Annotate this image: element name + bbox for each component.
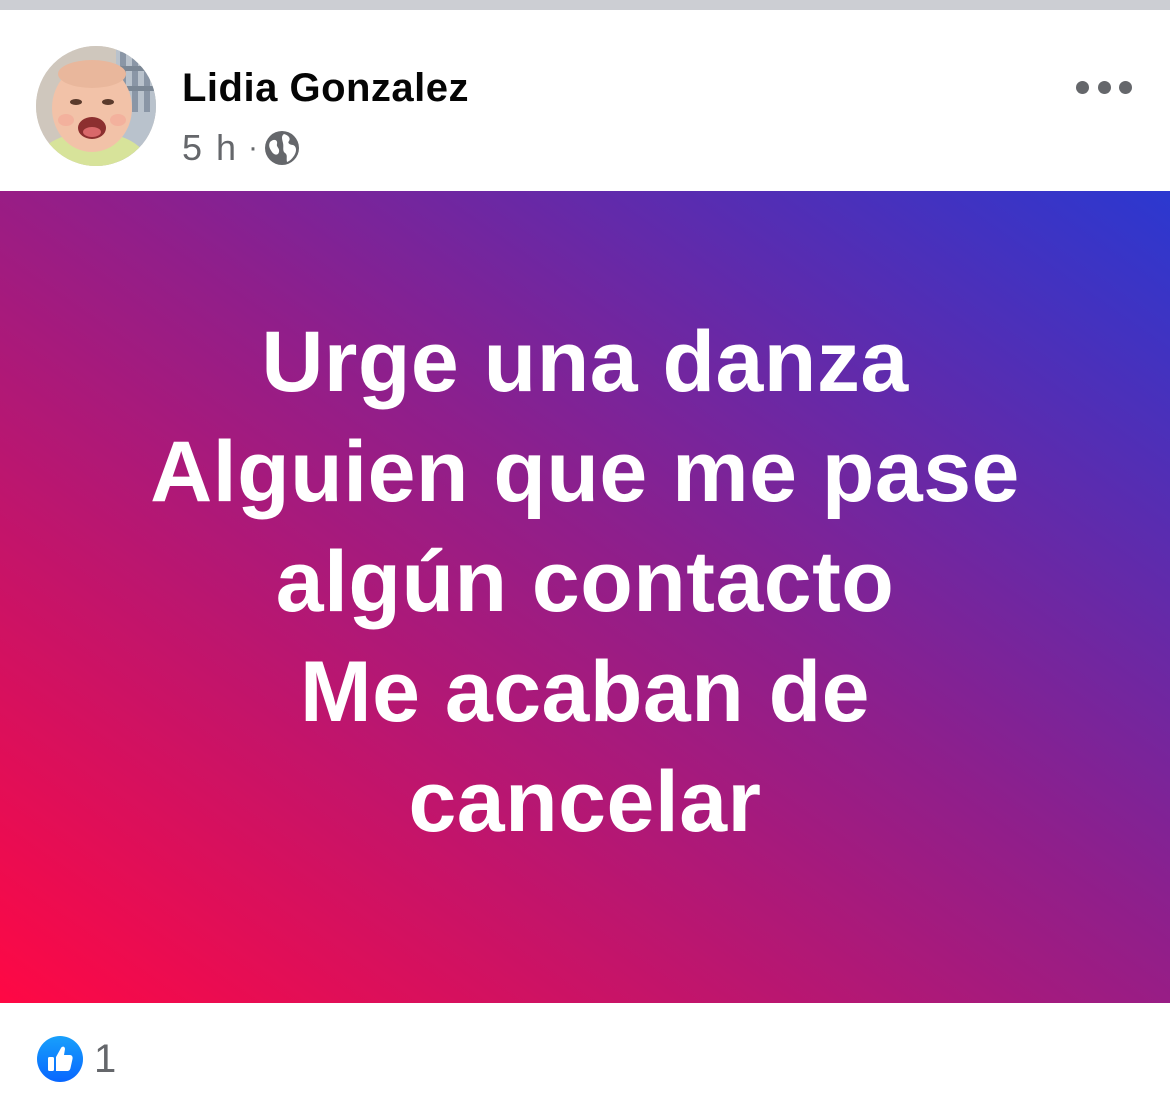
author-avatar[interactable] bbox=[36, 46, 156, 166]
reaction-count[interactable]: 1 bbox=[94, 1037, 116, 1082]
like-icon[interactable] bbox=[36, 1035, 84, 1083]
post-text: Urge una danza Alguien que me pase algún… bbox=[150, 307, 1020, 857]
more-dot bbox=[1076, 80, 1089, 94]
reactions-bar[interactable]: 1 bbox=[36, 1034, 116, 1084]
avatar-image bbox=[36, 46, 156, 166]
post-background: Urge una danza Alguien que me pase algún… bbox=[0, 191, 1170, 1003]
meta-separator: · bbox=[248, 131, 259, 164]
post-text-line: Urge una danza bbox=[261, 314, 909, 410]
post-time[interactable]: 5 h bbox=[182, 127, 238, 169]
top-divider bbox=[0, 0, 1170, 10]
post-text-line: Me acaban de bbox=[300, 644, 870, 740]
post-text-line: Alguien que me pase bbox=[150, 424, 1020, 520]
post-meta: 5 h · bbox=[182, 127, 300, 169]
post-text-line: cancelar bbox=[408, 754, 762, 850]
more-dot bbox=[1119, 80, 1132, 94]
post-text-line: algún contacto bbox=[275, 534, 895, 630]
author-name[interactable]: Lidia Gonzalez bbox=[182, 66, 469, 111]
more-options-icon[interactable] bbox=[1076, 72, 1132, 102]
more-dot bbox=[1097, 80, 1111, 94]
post-header: Lidia Gonzalez 5 h · bbox=[0, 10, 1170, 191]
globe-icon[interactable] bbox=[264, 130, 300, 166]
